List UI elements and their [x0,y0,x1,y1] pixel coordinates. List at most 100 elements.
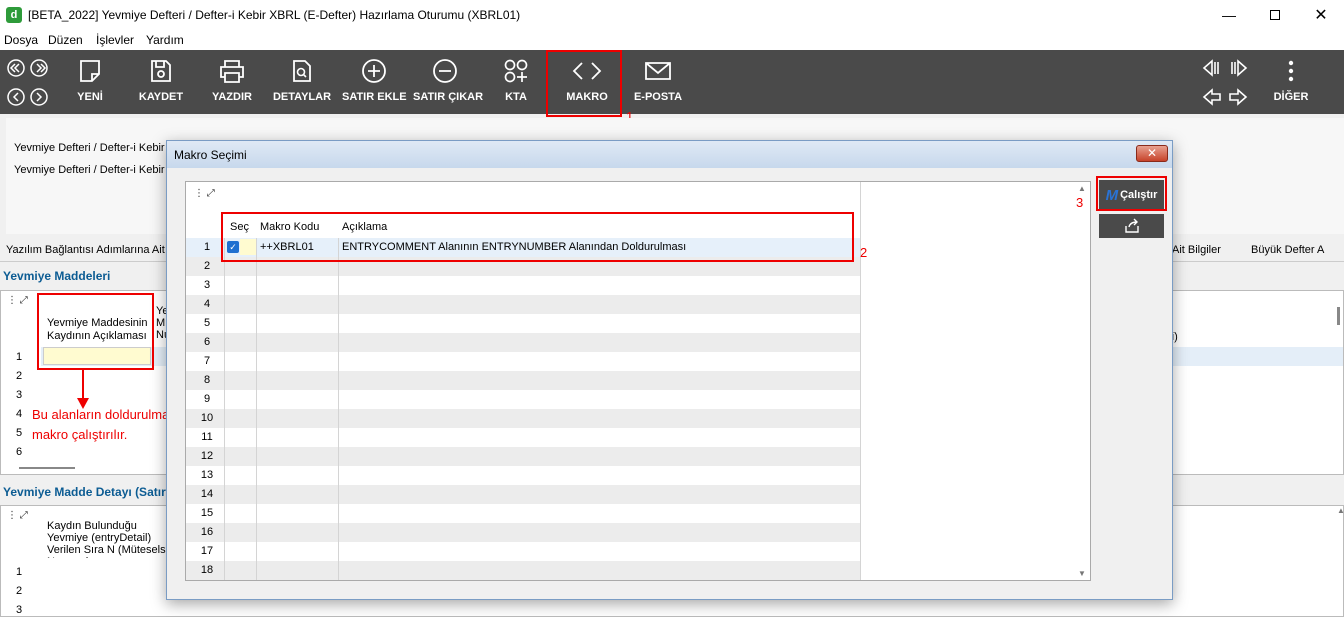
column-divider [256,276,257,295]
form-label-1: Yevmiye Defteri / Defter-i Kebir X [14,142,175,154]
macro-row[interactable]: 11 [186,428,860,447]
details-button[interactable]: DETAYLAR [270,54,334,110]
tab-software-link[interactable]: Yazılım Bağlantısı Adımlarına Ait Bi [6,244,178,256]
column-divider [338,561,339,580]
column-divider [224,314,225,333]
macro-row[interactable]: 17 [186,542,860,561]
column-divider [224,333,225,352]
tab-info[interactable]: Ait Bilgiler [1172,244,1221,256]
macro-row[interactable]: 15 [186,504,860,523]
entries-row-number: 2 [15,370,23,382]
column-divider [338,295,339,314]
details-row-number: 1 [15,566,23,578]
entries-scrollbar[interactable] [1337,307,1340,325]
column-divider [338,447,339,466]
dialog-close-button[interactable]: ✕ [1136,145,1168,162]
arrow-down-icon [77,368,89,409]
column-divider [224,390,225,409]
new-button[interactable]: YENİ [58,54,122,110]
menu-dosya[interactable]: Dosya [4,33,38,47]
close-window-icon[interactable]: ✕ [1298,0,1344,30]
remove-row-button[interactable]: SATIR ÇIKAR [413,54,483,110]
column-divider [256,295,257,314]
column-divider [224,523,225,542]
macro-row[interactable]: 10 [186,409,860,428]
grid-right-border [860,182,861,580]
macro-row[interactable]: 9 [186,390,860,409]
macro-row-number: 14 [200,488,214,500]
menu-duzen[interactable]: Düzen [48,33,83,47]
macro-row-number: 13 [200,469,214,481]
macro-row-number: 18 [200,564,214,576]
tab-general-ledger[interactable]: Büyük Defter A [1251,244,1324,256]
details-row-number: 2 [15,585,23,597]
macro-row[interactable]: 18 [186,561,860,580]
entries-row-number: 1 [15,351,23,363]
column-divider [224,409,225,428]
entries-row-number: 4 [15,408,23,420]
column-divider [256,504,257,523]
macro-row[interactable]: 4 [186,295,860,314]
macro-row[interactable]: 16 [186,523,860,542]
entries-row-number: 3 [15,389,23,401]
column-divider [224,561,225,580]
email-button[interactable]: E-POSTA [626,54,690,110]
macro-row-number: 7 [203,355,211,367]
macro-row[interactable]: 13 [186,466,860,485]
print-button[interactable]: YAZDIR [200,54,264,110]
app-logo-icon: d [6,7,22,23]
more-button-label: DİĞER [1273,91,1309,103]
macro-row[interactable]: 5 [186,314,860,333]
macro-row[interactable]: 12 [186,447,860,466]
column-divider [224,295,225,314]
printer-icon [220,60,244,83]
maximize-icon[interactable] [1252,0,1298,30]
scroll-down-icon[interactable]: ▼ [1078,569,1086,578]
macro-row[interactable]: 6 [186,333,860,352]
window-titlebar: d [BETA_2022] Yevmiye Defteri / Defter-i… [0,0,1344,30]
column-divider [224,371,225,390]
grid-menu-icon[interactable]: ⋮ ⤢ [194,188,215,199]
macro-row-number: 12 [200,450,214,462]
save-button[interactable]: KAYDET [129,54,193,110]
column-divider [256,447,257,466]
add-row-button[interactable]: SATIR EKLE [342,54,407,110]
form-label-2: Yevmiye Defteri / Defter-i Kebir X [14,164,175,176]
macro-row-number: 16 [200,526,214,538]
column-divider [256,428,257,447]
more-button[interactable]: DİĞER [1259,54,1323,110]
dialog-titlebar: Makro Seçimi ✕ [167,141,1172,168]
entries-h-scrollbar[interactable] [19,467,75,469]
column-divider [338,409,339,428]
details-scroll-up-icon[interactable]: ▲ [1337,506,1344,515]
highlight-macro-button [546,50,622,117]
record-navigation-icon[interactable] [6,58,50,110]
macro-row[interactable]: 7 [186,352,860,371]
entries-number-column-header[interactable]: YeMNu [156,305,166,341]
column-divider [224,542,225,561]
kta-button[interactable]: KTA [484,54,548,110]
column-divider [338,428,339,447]
scroll-up-icon[interactable]: ▲ [1078,184,1086,193]
macro-row[interactable]: 3 [186,276,860,295]
grid-menu-icon[interactable]: ⋮ ⤢ [7,510,28,521]
column-divider [224,485,225,504]
macro-row-number: 15 [200,507,214,519]
macro-grid-scrollbar[interactable]: ▲ ▼ [1076,182,1090,580]
column-divider [256,485,257,504]
details-column-header[interactable]: Kaydın Bulunduğu Yevmiye (entryDetail) V… [47,520,171,558]
menu-islevler[interactable]: İşlevler [96,33,134,47]
panel-navigation-icon[interactable] [1200,58,1250,110]
column-divider [224,276,225,295]
menu-yardim[interactable]: Yardım [146,33,184,47]
minimize-icon[interactable]: — [1206,0,1252,30]
column-divider [338,485,339,504]
column-divider [224,466,225,485]
column-divider [338,466,339,485]
column-divider [256,314,257,333]
export-button[interactable] [1099,214,1164,238]
grid-menu-icon[interactable]: ⋮ ⤢ [7,295,28,306]
macro-row[interactable]: 14 [186,485,860,504]
column-divider [224,447,225,466]
macro-row[interactable]: 8 [186,371,860,390]
